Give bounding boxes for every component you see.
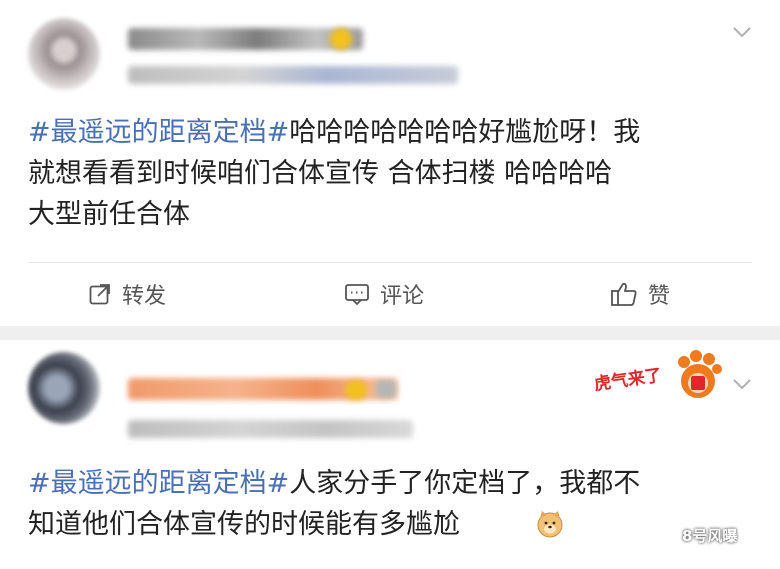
avatar[interactable] bbox=[28, 18, 100, 90]
verified-badge-icon bbox=[330, 28, 352, 50]
like-button[interactable]: 赞 bbox=[610, 280, 671, 309]
chevron-down-icon[interactable] bbox=[732, 22, 752, 42]
post-meta-blurred bbox=[128, 66, 458, 84]
username-suffix-blurred bbox=[376, 380, 396, 398]
hashtag-link[interactable]: #最遥远的距离定档# bbox=[28, 468, 289, 499]
post-text-line: 大型前任合体 bbox=[28, 199, 190, 230]
repost-label: 转发 bbox=[122, 284, 167, 309]
comment-label: 评论 bbox=[380, 284, 425, 309]
watermark-text: 8号风曝 bbox=[682, 526, 738, 545]
verified-badge-icon bbox=[345, 380, 367, 400]
post-text-line: 人家分手了你定档了，我都不 bbox=[289, 468, 641, 499]
like-label: 赞 bbox=[648, 284, 671, 309]
divider bbox=[28, 262, 752, 263]
watermark: 8号风曝 bbox=[650, 522, 737, 548]
chevron-down-icon[interactable] bbox=[732, 374, 752, 394]
post-text-line: 哈哈哈哈哈哈哈好尴尬呀！我 bbox=[289, 117, 641, 148]
comment-button[interactable]: 评论 bbox=[344, 280, 425, 309]
post-text: #最遥远的距离定档#哈哈哈哈哈哈哈好尴尬呀！我 就想看看到时候咱们合体宣传 合体… bbox=[28, 112, 640, 235]
username-blurred[interactable] bbox=[128, 28, 363, 50]
repost-icon bbox=[89, 284, 110, 305]
doge-emoji-icon bbox=[537, 511, 563, 538]
repost-button[interactable]: 转发 bbox=[88, 280, 167, 309]
post-separator bbox=[0, 326, 780, 340]
post-meta-blurred bbox=[128, 420, 413, 438]
hashtag-link[interactable]: #最遥远的距离定档# bbox=[28, 117, 289, 148]
avatar[interactable] bbox=[28, 352, 100, 424]
sticker-text: 虎气来了 bbox=[593, 365, 663, 395]
tiger-paw-sticker: 虎气来了 bbox=[593, 350, 722, 398]
thumbs-up-icon bbox=[611, 282, 637, 306]
post-text-line: 就想看看到时候咱们合体宣传 合体扫楼 哈哈哈哈 bbox=[28, 158, 613, 189]
wechat-icon bbox=[650, 524, 676, 545]
comment-icon bbox=[345, 284, 369, 306]
